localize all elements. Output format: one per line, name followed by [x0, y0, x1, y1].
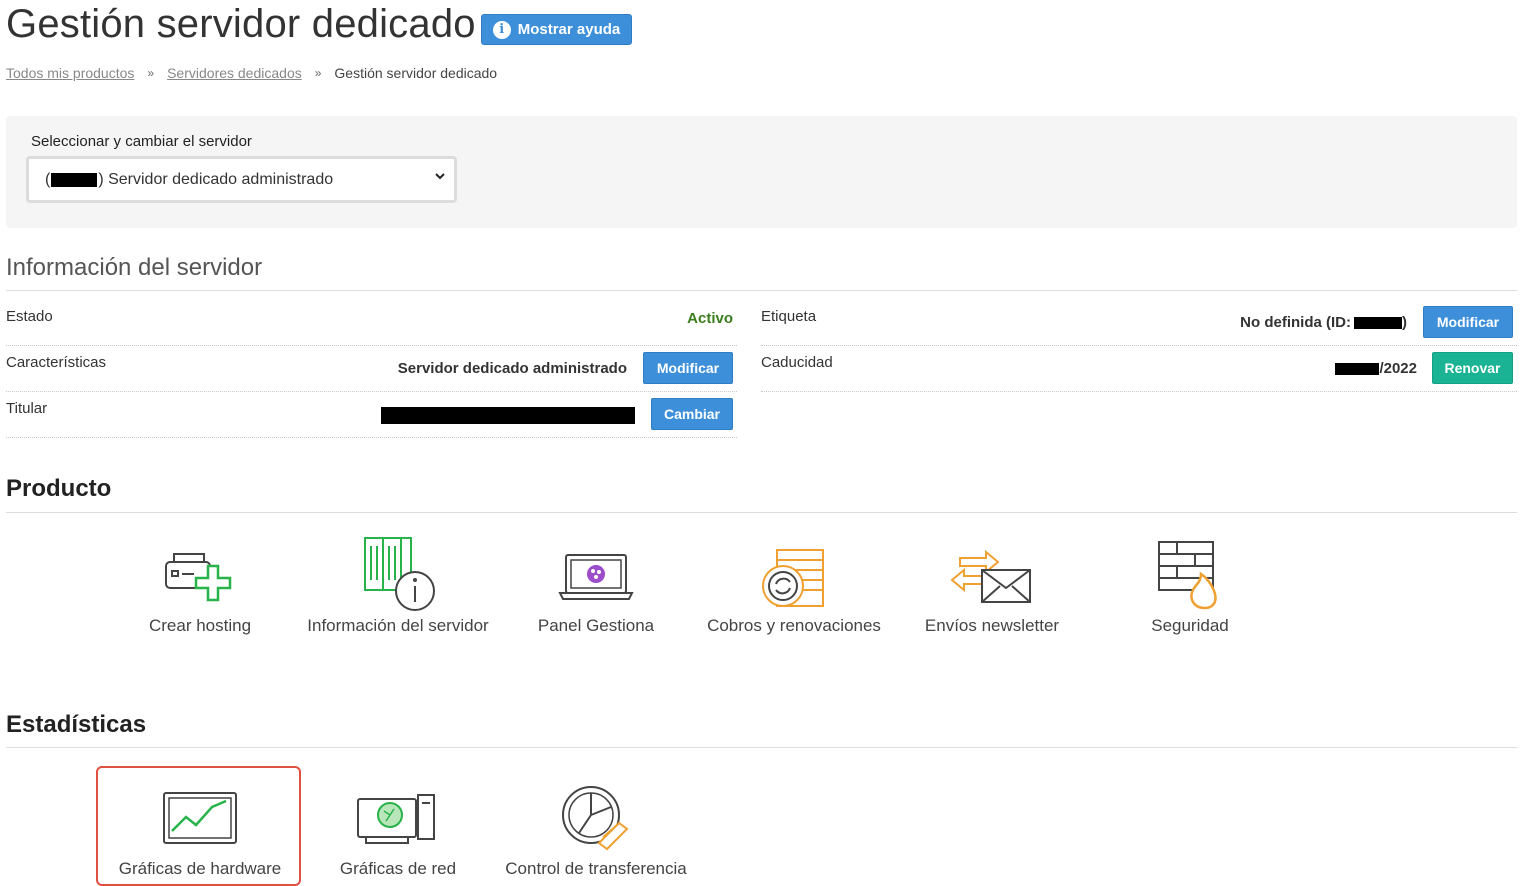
- server-select-value: ) Servidor dedicado administrado: [98, 170, 334, 188]
- titular-row: Titular Cambiar: [6, 392, 737, 438]
- page-title: Gestión servidor dedicado: [6, 2, 476, 46]
- tile-control-transferencia[interactable]: Control de transferencia: [496, 776, 696, 877]
- modify-features-button[interactable]: Modificar: [643, 352, 733, 384]
- newsletter-icon: [950, 549, 1031, 603]
- breadcrumb-separator: »: [147, 66, 155, 80]
- breadcrumb-dedicated-servers[interactable]: Servidores dedicados: [167, 65, 302, 81]
- estadisticas-title: Estadísticas: [6, 711, 147, 738]
- etiqueta-row: Etiqueta No definida (ID: ) Modificar: [761, 300, 1517, 346]
- tile-label: Gráficas de red: [339, 859, 457, 878]
- billing-icon: [762, 549, 824, 607]
- show-help-button[interactable]: i Mostrar ayuda: [481, 14, 632, 45]
- tile-label: Información del servidor: [307, 616, 489, 635]
- renew-button[interactable]: Renovar: [1432, 352, 1513, 384]
- server-select-prefix: (: [45, 170, 51, 188]
- server-info-icon: [364, 537, 435, 611]
- caracteristicas-row: Características Servidor dedicado admini…: [6, 346, 737, 392]
- etiqueta-value-prefix: No definida (ID:: [1240, 314, 1351, 331]
- tile-informacion-servidor[interactable]: Información del servidor: [298, 533, 498, 634]
- tile-label: Control de transferencia: [505, 859, 687, 878]
- etiqueta-value: No definida (ID: ): [1240, 314, 1407, 331]
- server-add-icon: [165, 553, 232, 602]
- caducidad-row: Caducidad /2022 Renovar: [761, 346, 1517, 392]
- chevron-down-icon: [434, 170, 446, 185]
- breadcrumb-current: Gestión servidor dedicado: [334, 65, 498, 81]
- tile-envios-newsletter[interactable]: Envíos newsletter: [892, 533, 1092, 634]
- transfer-pie-icon: [562, 786, 629, 851]
- estado-value: Activo: [687, 310, 733, 327]
- divider: [6, 747, 1517, 748]
- tile-label: Panel Gestiona: [537, 616, 655, 635]
- divider: [6, 290, 1517, 291]
- redacted-owner: [381, 407, 635, 424]
- info-icon: i: [492, 20, 511, 39]
- producto-title: Producto: [6, 475, 112, 502]
- server-selector-label: Seleccionar y cambiar el servidor: [31, 133, 252, 150]
- hardware-chart-icon: [163, 792, 237, 844]
- tile-label: Cobros y renovaciones: [707, 616, 881, 635]
- caducidad-label: Caducidad: [761, 354, 833, 371]
- tile-cobros-renovaciones[interactable]: Cobros y renovaciones: [694, 533, 894, 634]
- estado-row: Estado Activo: [6, 300, 737, 346]
- tile-label: Gráficas de hardware: [118, 859, 282, 878]
- tile-label: Envíos newsletter: [924, 616, 1060, 635]
- divider: [6, 512, 1517, 513]
- tile-graficas-red[interactable]: Gráficas de red: [298, 776, 498, 877]
- etiqueta-label: Etiqueta: [761, 308, 817, 325]
- tile-graficas-hardware[interactable]: Gráficas de hardware: [100, 776, 300, 877]
- tile-crear-hosting[interactable]: Crear hosting: [100, 533, 300, 634]
- caracteristicas-label: Características: [6, 354, 107, 371]
- change-owner-button[interactable]: Cambiar: [651, 398, 733, 430]
- server-select[interactable]: ( ) Servidor dedicado administrado: [26, 156, 457, 203]
- show-help-label: Mostrar ayuda: [517, 21, 621, 38]
- redacted-label-id: [1354, 316, 1402, 329]
- firewall-icon: [1158, 541, 1217, 610]
- tile-label: Crear hosting: [148, 616, 252, 635]
- server-selector-panel: Seleccionar y cambiar el servidor ( ) Se…: [6, 116, 1517, 228]
- modify-label-button[interactable]: Modificar: [1423, 306, 1513, 338]
- redacted-server-id: [51, 172, 98, 187]
- etiqueta-value-suffix: ): [1402, 314, 1407, 331]
- breadcrumb-all-products[interactable]: Todos mis productos: [6, 65, 134, 81]
- titular-label: Titular: [6, 400, 48, 417]
- caracteristicas-value: Servidor dedicado administrado: [397, 360, 627, 377]
- estado-label: Estado: [6, 308, 53, 325]
- server-info-title: Información del servidor: [6, 254, 263, 281]
- caducidad-year: /2022: [1379, 360, 1417, 377]
- tile-label: Seguridad: [1151, 616, 1229, 635]
- laptop-panel-icon: [558, 554, 634, 600]
- breadcrumb: Todos mis productos » Servidores dedicad…: [6, 65, 497, 81]
- caducidad-value: /2022: [1335, 360, 1417, 377]
- tile-panel-gestiona[interactable]: Panel Gestiona: [496, 533, 696, 634]
- network-chart-icon: [357, 794, 435, 844]
- redacted-expiry-date: [1335, 362, 1380, 375]
- tile-seguridad[interactable]: Seguridad: [1090, 533, 1290, 634]
- breadcrumb-separator: »: [314, 66, 322, 80]
